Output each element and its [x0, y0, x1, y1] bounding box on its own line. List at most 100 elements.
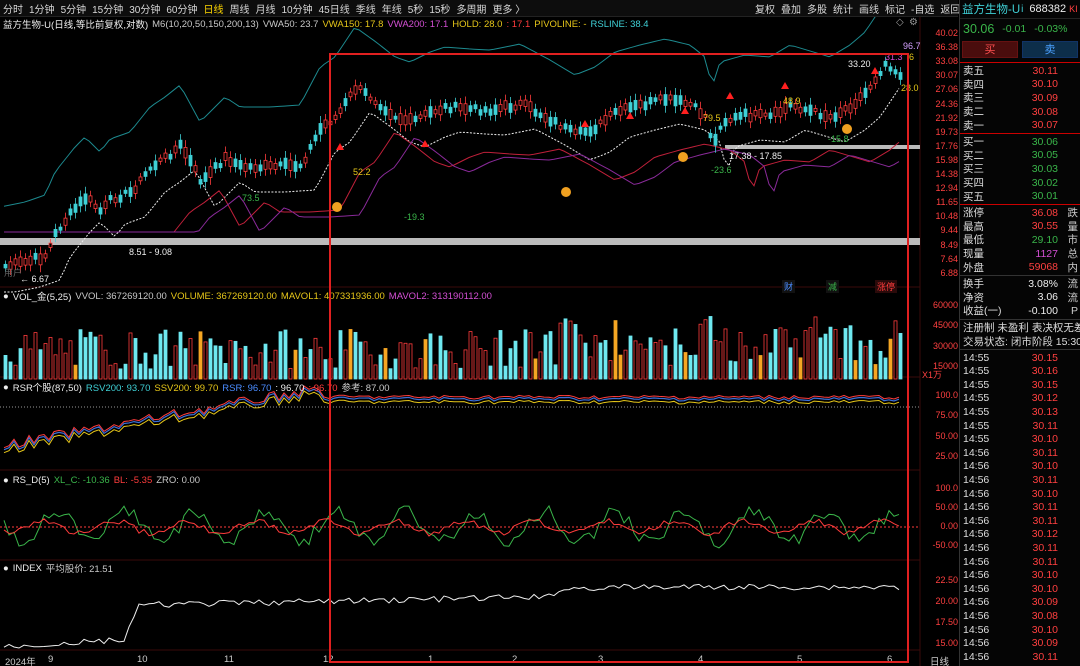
- sell-button[interactable]: 卖: [1022, 41, 1078, 58]
- toolbar-action-4[interactable]: 画线: [856, 1, 882, 16]
- axis-label: 100.0: [935, 483, 958, 493]
- period-tab-5[interactable]: 60分钟: [163, 1, 200, 16]
- period-tab-4[interactable]: 30分钟: [126, 1, 163, 16]
- toolbar-action-3[interactable]: 统计: [830, 1, 856, 16]
- quote-row: 买五 30.01: [963, 190, 1058, 203]
- period-tab-9[interactable]: 10分钟: [279, 1, 316, 16]
- volume-bar: [298, 338, 303, 380]
- volume-bar: [33, 332, 38, 380]
- quote-row: 卖四 30.10: [963, 78, 1058, 91]
- volume-bar: [43, 343, 48, 380]
- quote-row: 净资 3.06 流: [963, 291, 1078, 304]
- period-tab-3[interactable]: 15分钟: [89, 1, 126, 16]
- tick-row: 14:56 30.11: [963, 555, 1058, 568]
- diamond-icon[interactable]: ◇: [896, 17, 904, 28]
- volume-bar: [268, 361, 273, 380]
- settings-icon[interactable]: ⚙: [909, 17, 918, 28]
- volume-bar: [163, 329, 168, 380]
- volume-bar: [98, 334, 103, 380]
- month-label: 9: [48, 654, 54, 665]
- axis-label: 25.00: [935, 450, 958, 461]
- candle-body: [138, 176, 143, 182]
- axis-label: 60000: [932, 300, 958, 310]
- candle-body: [248, 163, 253, 170]
- stats-block: 涨停 36.08 跌最高 30.55 量最低 29.10 市现量 1127 总外盘 59068 内: [960, 206, 1080, 274]
- ask-book: 卖五 30.11 卖四 30.10 卖三 30.09 卖二 30.08 卖一 30.07: [960, 64, 1080, 132]
- axis-label: 50.00: [935, 502, 958, 512]
- period-tab-0[interactable]: 分时: [0, 1, 26, 16]
- candle-body: [228, 157, 233, 167]
- candle-body: [258, 164, 263, 172]
- tick-row: 14:56 30.09: [963, 596, 1058, 609]
- axis-label: 36.38: [935, 42, 958, 53]
- candle-body: [158, 157, 163, 162]
- period-tab-13[interactable]: 5秒: [405, 1, 427, 16]
- rsr-title: RSR个股(87,50): [12, 383, 82, 394]
- volume-bar: [308, 349, 313, 380]
- period-tab-7[interactable]: 周线: [227, 1, 253, 16]
- period-tab-10[interactable]: 45日线: [316, 1, 353, 16]
- volume-bar: [103, 349, 108, 380]
- period-tab-14[interactable]: 15秒: [426, 1, 453, 16]
- volume-bar: [78, 329, 83, 380]
- volume-bar: [173, 345, 178, 380]
- period-tab-6[interactable]: 日线: [201, 1, 227, 16]
- volume-bar: [158, 333, 163, 380]
- quote-row: 换手 3.08% 流: [963, 277, 1078, 291]
- period-tab-8[interactable]: 月线: [253, 1, 279, 16]
- annotation-high: 96.7: [903, 41, 921, 51]
- period-tab-11[interactable]: 季线: [353, 1, 379, 16]
- volume-bar: [63, 352, 68, 380]
- tick-row: 14:55 30.15: [963, 378, 1058, 391]
- toolbar-action-0[interactable]: 复权: [752, 1, 778, 16]
- candle-body: [168, 153, 173, 160]
- price-change-pct: -0.03%: [1034, 23, 1068, 35]
- volume-bar: [303, 357, 308, 380]
- volume-bar: [323, 359, 328, 380]
- toolbar-action-5[interactable]: 标记: [882, 1, 908, 16]
- volume-bar: [38, 349, 43, 380]
- buy-button[interactable]: 买: [962, 41, 1018, 58]
- period-tab-16[interactable]: 更多 〉: [489, 1, 528, 16]
- volume-bar: [203, 341, 208, 380]
- period-tab-15[interactable]: 多周期: [453, 1, 489, 16]
- volume-bar: [58, 338, 63, 380]
- mainleg-item: PIVOLINE: -: [534, 18, 587, 30]
- index-legend: ● INDEX 平均股价: 21.51: [3, 562, 113, 576]
- axis-label: 21.92: [935, 112, 958, 123]
- toolbar-action-2[interactable]: 多股: [804, 1, 830, 16]
- selection-box[interactable]: [329, 53, 909, 663]
- info-icon[interactable]: i: [1021, 4, 1023, 15]
- axis-label: 30000: [932, 340, 958, 351]
- volume-bar: [278, 331, 283, 380]
- tick-row: 14:56 30.08: [963, 609, 1058, 622]
- period-tab-2[interactable]: 5分钟: [58, 1, 90, 16]
- mainleg-item: : 17.1: [506, 18, 531, 30]
- quote-row: 涨停 36.08 跌: [963, 206, 1078, 220]
- candle-body: [23, 258, 28, 266]
- candle-body: [288, 159, 293, 171]
- mainleg-item: HOLD: 28.0: [452, 18, 503, 30]
- period-tab-12[interactable]: 年线: [379, 1, 405, 16]
- candle-body: [128, 187, 133, 197]
- stock-name: 益方生物-U: [962, 4, 1021, 16]
- axis-label: 50.00: [935, 430, 958, 441]
- candle-body: [293, 161, 298, 172]
- tick-row: 14:56 30.11: [963, 541, 1058, 554]
- candle-body: [308, 143, 313, 150]
- candle-body: [148, 166, 153, 171]
- quote-row: 最低 29.10 市: [963, 233, 1078, 247]
- vol-title: VOL_金(5,25): [12, 292, 72, 303]
- candle-body: [303, 156, 308, 164]
- tick-row: 14:56 30.12: [963, 528, 1058, 541]
- candle-body: [273, 162, 278, 170]
- rsd-title: RS_D(5): [12, 474, 50, 486]
- rsd-axis: 100.0 50.00 0.00 -50.00: [920, 483, 958, 563]
- candle-body: [188, 154, 193, 167]
- quote-row: 买三 30.03: [963, 162, 1058, 176]
- toolbar-action-1[interactable]: 叠加: [778, 1, 804, 16]
- volume-bar: [128, 332, 133, 380]
- volume-bar: [243, 345, 248, 380]
- period-tab-1[interactable]: 1分钟: [26, 1, 58, 16]
- toolbar-action-6[interactable]: -自选: [908, 1, 937, 16]
